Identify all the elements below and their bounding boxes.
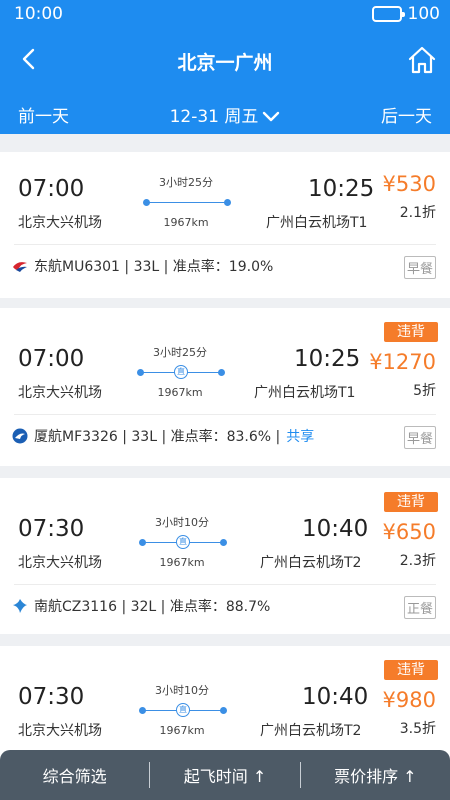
price-discount: 5折: [413, 383, 436, 399]
route-line: [143, 199, 231, 206]
departure-airport: 北京大兴机场: [18, 555, 102, 571]
airline-info: 东航MU6301 | 33L | 准点率：19.0%: [12, 256, 273, 276]
ticket-price: ¥980: [382, 688, 436, 712]
xiamen-airlines-logo-icon: [12, 428, 28, 444]
flight-duration: 3小时10分: [155, 684, 209, 697]
flight-distance: 1967km: [163, 216, 209, 229]
filter-button[interactable]: 综合筛选: [0, 763, 149, 787]
next-day-button[interactable]: 后一天: [381, 102, 432, 127]
departure-airport: 北京大兴机场: [18, 215, 102, 231]
airline-text: 东航MU6301 | 33L | 准点率：19.0%: [34, 259, 274, 275]
card-divider: [14, 244, 436, 245]
departure-airport: 北京大兴机场: [18, 723, 102, 739]
battery-icon: [371, 6, 405, 22]
flight-card[interactable]: 违背 07:30 北京大兴机场 3小时10分 直 1967km 10:40 广州…: [0, 478, 450, 634]
sort-filter-bar: 综合筛选 起飞时间 ↑ 票价排序 ↑: [0, 750, 450, 800]
arrival-time: 10:25: [294, 346, 361, 372]
arrival-time: 10:40: [302, 516, 369, 542]
chevron-down-icon: [263, 111, 280, 122]
card-divider: [14, 584, 436, 585]
departure-airport: 北京大兴机场: [18, 385, 102, 401]
meal-badge: 早餐: [403, 426, 436, 449]
arrival-airport: 广州白云机场T1: [266, 215, 368, 231]
price-discount: 2.3折: [399, 553, 436, 569]
arrival-airport: 广州白云机场T1: [254, 385, 356, 401]
airline-info: 厦航MF3326 | 33L | 准点率：83.6% | 共享: [12, 426, 314, 446]
route-line: 直: [139, 703, 227, 717]
direct-flight-badge: 直: [176, 703, 190, 717]
home-icon: [408, 46, 436, 74]
card-divider: [14, 414, 436, 415]
home-button[interactable]: [406, 44, 438, 76]
status-time: 10:00: [14, 4, 63, 24]
meal-badge: 正餐: [403, 596, 436, 619]
direct-flight-badge: 直: [176, 535, 190, 549]
flight-distance: 1967km: [159, 724, 205, 737]
airline-info: 南航CZ3116 | 32L | 准点率：88.7%: [12, 596, 270, 616]
policy-violation-tag: 违背: [384, 322, 438, 342]
battery-indicator: 100: [371, 4, 440, 24]
china-southern-logo-icon: [13, 599, 27, 613]
arrival-airport: 广州白云机场T2: [260, 555, 362, 571]
ticket-price: ¥650: [382, 520, 436, 544]
airline-text: 厦航MF3326 | 33L | 准点率：83.6% |: [34, 429, 281, 445]
price-discount: 2.1折: [399, 205, 436, 221]
meal-badge: 早餐: [403, 256, 436, 279]
ticket-price: ¥1270: [369, 350, 436, 374]
flight-card[interactable]: 违背 07:00 北京大兴机场 3小时25分 直 1967km 10:25 广州…: [0, 308, 450, 466]
codeshare-label: 共享: [286, 429, 315, 445]
battery-level: 100: [407, 4, 440, 24]
route-line: 直: [137, 365, 225, 379]
sort-departure-button[interactable]: 起飞时间 ↑: [150, 763, 299, 787]
flight-distance: 1967km: [157, 386, 203, 399]
policy-violation-tag: 违背: [384, 492, 438, 512]
selected-date: 12-31 周五: [169, 107, 259, 127]
flight-duration: 3小时25分: [159, 176, 213, 189]
sort-price-button[interactable]: 票价排序 ↑: [301, 763, 450, 787]
departure-time: 07:00: [18, 176, 85, 202]
flight-distance: 1967km: [159, 556, 205, 569]
policy-violation-tag: 违背: [384, 660, 438, 680]
china-eastern-logo-icon: [13, 262, 27, 272]
arrival-airport: 广州白云机场T2: [260, 723, 362, 739]
ticket-price: ¥530: [382, 172, 436, 196]
arrival-time: 10:25: [308, 176, 375, 202]
departure-time: 07:30: [18, 516, 85, 542]
route-title: 北京一广州: [177, 52, 273, 74]
flight-duration: 3小时25分: [153, 346, 207, 359]
route-line: 直: [139, 535, 227, 549]
date-selector-row: 前一天 12-31 周五 后一天: [0, 100, 450, 128]
price-discount: 3.5折: [399, 721, 436, 737]
route-header: 北京一广州 前一天 12-31 周五 后一天: [0, 28, 450, 134]
departure-time: 07:00: [18, 346, 85, 372]
airline-text: 南航CZ3116 | 32L | 准点率：88.7%: [34, 599, 271, 615]
arrival-time: 10:40: [302, 684, 369, 710]
flight-card[interactable]: 07:00 北京大兴机场 3小时25分 1967km 10:25 广州白云机场T…: [0, 152, 450, 298]
departure-time: 07:30: [18, 684, 85, 710]
status-bar: 10:00 100: [0, 0, 450, 28]
direct-flight-badge: 直: [174, 365, 188, 379]
flight-duration: 3小时10分: [155, 516, 209, 529]
